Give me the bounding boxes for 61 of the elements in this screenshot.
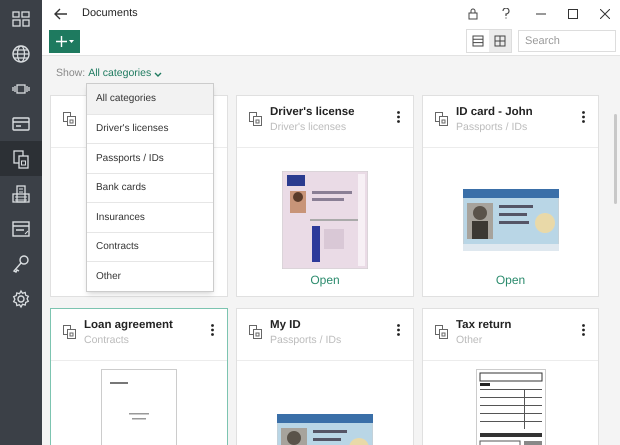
document-card[interactable]: Driver's license Driver's licenses Open: [236, 95, 414, 297]
card-category: Contracts: [84, 333, 130, 347]
document-icon: [63, 325, 76, 339]
menu-item[interactable]: All categories: [87, 84, 213, 114]
document-card[interactable]: ID card - John Passports / IDs Open: [422, 95, 599, 297]
lock-icon[interactable]: [468, 8, 478, 20]
show-label: Show:: [56, 66, 86, 82]
more-icon[interactable]: [582, 111, 585, 123]
list-view-icon: [472, 35, 484, 47]
building-icon: [11, 184, 31, 204]
document-icon: [435, 112, 448, 126]
open-link[interactable]: Open: [310, 271, 340, 289]
menu-item[interactable]: Insurances: [87, 202, 213, 232]
documents-icon: [11, 148, 31, 168]
caret-icon: [68, 40, 74, 42]
open-link[interactable]: Open: [496, 271, 526, 289]
maximize-icon[interactable]: [568, 8, 578, 18]
document-card[interactable]: My ID Passports / IDs: [236, 308, 414, 445]
card-category: Passports / IDs: [270, 333, 342, 347]
document-card[interactable]: Tax return Other: [422, 308, 599, 445]
more-icon[interactable]: [397, 324, 400, 336]
globe-icon: [11, 44, 31, 64]
scrollbar-thumb[interactable]: [614, 114, 617, 204]
menu-item[interactable]: Contracts: [87, 232, 213, 261]
minimize-icon[interactable]: [536, 12, 546, 14]
add-button[interactable]: [49, 30, 80, 52]
sidebar-item[interactable]: [0, 141, 42, 176]
card-title: My ID: [270, 318, 302, 333]
document-icon: [249, 112, 262, 126]
more-icon[interactable]: [582, 324, 585, 336]
more-icon[interactable]: [397, 111, 400, 123]
document-icon: [249, 325, 262, 339]
menu-item[interactable]: Driver's licenses: [87, 114, 213, 143]
chevron-icon: [154, 72, 162, 76]
more-icon[interactable]: [211, 324, 214, 336]
window-title: Documents: [82, 6, 138, 22]
card-title: Driver's license: [270, 105, 356, 120]
card-category: Other: [456, 333, 484, 347]
settings-icon: [11, 288, 31, 308]
card-title: Loan agreement: [84, 318, 174, 333]
category-filter[interactable]: All categories: [88, 66, 162, 82]
document-icon: [63, 112, 76, 126]
menu-item[interactable]: Bank cards: [87, 172, 213, 202]
card-title: Tax return: [456, 318, 512, 333]
wallet-icon: [11, 218, 31, 238]
dashboard-icon: [11, 8, 31, 28]
document-card[interactable]: Loan agreement Contracts: [50, 308, 228, 445]
search-field[interactable]: Search: [518, 30, 616, 52]
close-icon[interactable]: [600, 8, 610, 18]
help-icon[interactable]: [502, 8, 510, 19]
card-title: ID card - John: [456, 105, 534, 120]
menu-item[interactable]: Other: [87, 261, 213, 290]
card-category: Passports / IDs: [456, 120, 528, 134]
card-category: Driver's licenses: [270, 120, 348, 134]
plus-icon: [56, 36, 66, 46]
grid-view-icon: [494, 35, 506, 47]
document-icon: [435, 325, 448, 339]
view-toggle[interactable]: [489, 30, 511, 52]
key-icon: [11, 254, 31, 274]
menu-item[interactable]: Passports / IDs: [87, 143, 213, 172]
back-icon[interactable]: [54, 8, 68, 20]
